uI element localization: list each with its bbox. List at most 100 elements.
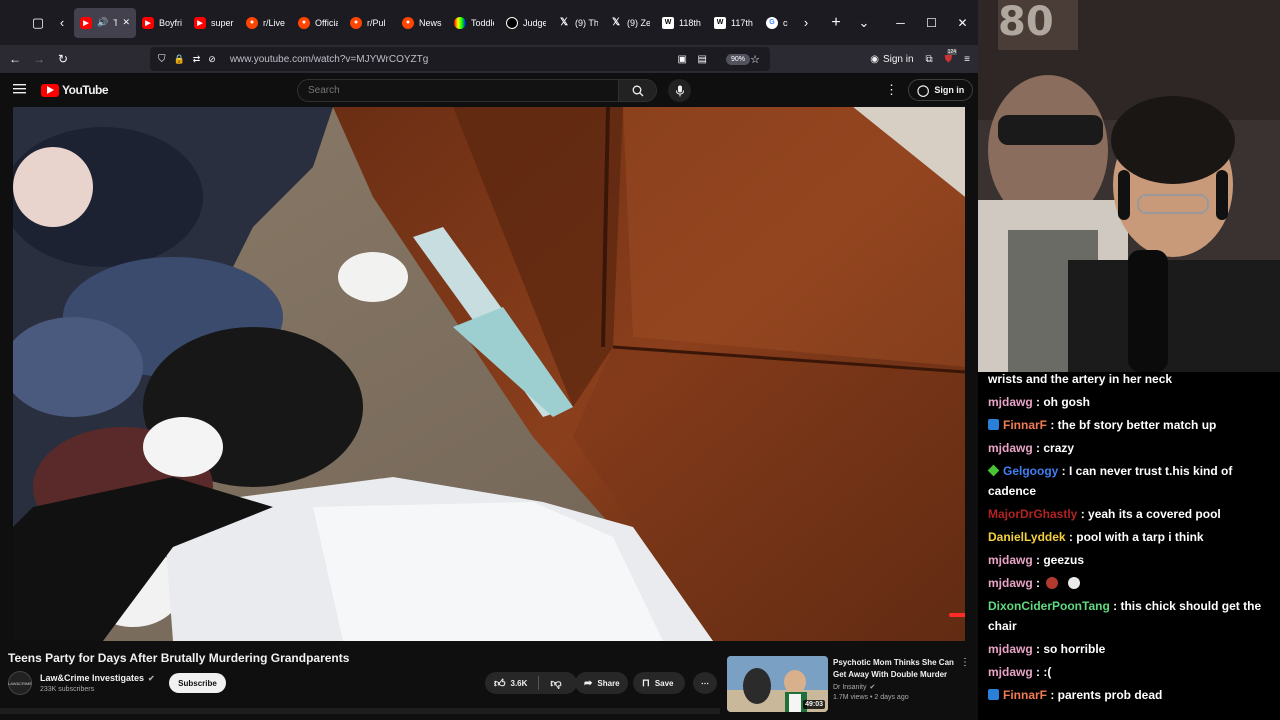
subscribe-button[interactable]: Subscribe <box>169 673 226 693</box>
tab-3[interactable]: ● r/Live <box>240 8 292 38</box>
reader-view-icon[interactable]: ▤ <box>698 54 707 65</box>
channel-name-link[interactable]: Law&Crime Investigates ✔ <box>40 673 155 683</box>
audio-playing-icon[interactable]: 🔊 <box>97 17 108 28</box>
chat-text: so horrible <box>1043 642 1106 656</box>
user-circle-icon: ◯ <box>917 84 930 97</box>
microphone-icon <box>675 85 684 96</box>
minimize-icon[interactable]: ─ <box>885 0 916 45</box>
related-more-options-icon[interactable]: ⋮ <box>960 657 970 668</box>
tab-12[interactable]: W 117th <box>708 8 760 38</box>
svg-text:80: 80 <box>998 0 1054 45</box>
url-text[interactable]: www.youtube.com/watch?v=MJYWrCOYZTg <box>230 54 429 65</box>
nbc-icon <box>454 16 466 29</box>
share-label: Share <box>597 678 620 688</box>
tab-label: Boyfri <box>159 17 182 28</box>
chat-username[interactable]: mjdawg <box>988 665 1033 679</box>
youtube-sign-in-button[interactable]: ◯ Sign in <box>908 79 974 101</box>
related-video-channel[interactable]: Dr Insanity ✔ <box>833 683 876 692</box>
chat-username[interactable]: mjdawg <box>988 441 1033 455</box>
youtube-logo[interactable]: YouTube <box>41 83 109 97</box>
chat-text: oh gosh <box>1043 395 1091 409</box>
scroll-tabs-left-icon[interactable]: ‹ <box>50 11 74 35</box>
app-menu-icon[interactable]: ≡ <box>964 54 970 65</box>
more-options-icon[interactable]: ⋮ <box>885 82 898 98</box>
forward-icon[interactable]: → <box>27 47 51 71</box>
close-window-icon[interactable]: ✕ <box>947 0 978 45</box>
shield-icon[interactable]: ⛉ <box>158 54 166 65</box>
picture-in-picture-icon[interactable]: ▣ <box>678 54 687 65</box>
account-button[interactable]: ◉ Sign in <box>870 54 913 65</box>
chat-username[interactable]: mjdawg <box>988 576 1033 590</box>
webcam-image: 80 <box>978 0 1280 372</box>
tab-label: co <box>783 17 788 28</box>
reload-icon[interactable]: ↻ <box>51 47 75 71</box>
url-bar[interactable]: ⛉ 🔒 ⇄ ⊘ www.youtube.com/watch?v=MJYWrCOY… <box>150 47 770 71</box>
new-tab-icon[interactable]: + <box>824 11 848 35</box>
tab-8[interactable]: Judge <box>500 8 552 38</box>
tab-5[interactable]: ● r/Pul <box>344 8 396 38</box>
tab-11[interactable]: W 118th <box>656 8 708 38</box>
like-count: 3.6K <box>510 678 528 688</box>
chevron-down-icon[interactable]: ⌄ <box>852 11 876 35</box>
related-video-title[interactable]: Psychotic Mom Thinks She Can Get Away Wi… <box>833 657 958 681</box>
chat-username[interactable]: DixonCiderPoonTang <box>988 599 1110 613</box>
tab-7[interactable]: Toddle <box>448 8 500 38</box>
tab-list-icon[interactable]: ▢ <box>26 11 50 35</box>
chat-username[interactable]: mjdawg <box>988 553 1033 567</box>
tab-9[interactable]: 𝕏 (9) Th <box>552 8 604 38</box>
search-button[interactable] <box>618 80 656 101</box>
ublock-extension-icon[interactable]: ⛊ 124 <box>945 48 957 65</box>
scroll-tabs-right-icon[interactable]: › <box>794 11 818 35</box>
close-tab-icon[interactable]: ✕ <box>122 17 130 28</box>
related-video-thumbnail[interactable]: 49:03 <box>727 656 828 712</box>
tab-4[interactable]: ● Officia <box>292 8 344 38</box>
like-dislike-pill: 👍︎ 3.6K 👎︎ <box>485 672 577 694</box>
channel-avatar[interactable]: LAW&CRIME <box>8 671 32 695</box>
extensions-icon[interactable]: ⧉ <box>926 54 933 65</box>
tab-label: r/Pul <box>367 17 386 28</box>
verified-icon: ✔ <box>869 684 876 691</box>
chat-text: parents prob dead <box>1057 688 1163 702</box>
hamburger-menu-icon[interactable] <box>12 81 28 97</box>
save-button[interactable]: ⊓ Save <box>633 672 685 694</box>
toolbar-right: ◉ Sign in ⧉ ⛊ 124 ≡ <box>870 45 978 73</box>
tab-1[interactable]: ▶ Boyfri <box>136 8 188 38</box>
tab-0[interactable]: ▶ 🔊 Tee ✕ <box>74 7 136 38</box>
tab-13[interactable]: G co <box>760 8 794 38</box>
back-icon[interactable]: ← <box>3 47 27 71</box>
more-horizontal-icon: ⋯ <box>701 678 709 688</box>
more-actions-button[interactable]: ⋯ <box>693 672 717 694</box>
maximize-icon[interactable]: ☐ <box>916 0 947 45</box>
chat-username[interactable]: MajorDrGhastly <box>988 507 1077 521</box>
reddit-icon: ● <box>350 16 362 29</box>
tab-label: super <box>211 17 234 28</box>
search-input[interactable] <box>298 85 618 96</box>
lock-icon[interactable]: 🔒 <box>174 54 185 65</box>
chat-username[interactable]: FinnarF <box>1003 418 1047 432</box>
thumbs-up-icon: 👍︎ <box>494 677 506 690</box>
video-player[interactable] <box>13 107 965 641</box>
tab-2[interactable]: ▶ super <box>188 8 240 38</box>
autoplay-blocked-icon[interactable]: ⊘ <box>208 54 216 65</box>
chat-username[interactable]: mjdawg <box>988 395 1033 409</box>
chat-username[interactable]: mjdawg <box>988 642 1033 656</box>
x-icon: 𝕏 <box>559 17 569 28</box>
voice-search-button[interactable] <box>668 79 691 102</box>
chat-username[interactable]: DanielLyddek <box>988 530 1066 544</box>
tab-6[interactable]: ● News <box>396 8 448 38</box>
like-button[interactable]: 👍︎ 3.6K <box>494 677 527 690</box>
emote-icon <box>1046 577 1059 589</box>
chat-username[interactable]: Gelgoogy <box>1003 464 1058 478</box>
dislike-button[interactable]: 👎︎ <box>550 677 561 690</box>
wikipedia-icon: W <box>662 16 674 29</box>
chat-message: mjdawg : geezus <box>988 553 1085 567</box>
chat-username[interactable]: FinnarF <box>1003 688 1047 702</box>
tab-10[interactable]: 𝕏 (9) Ze <box>604 8 656 38</box>
zoom-level[interactable]: 90% <box>725 53 750 65</box>
extension-badge: 124 <box>946 48 957 55</box>
permissions-icon[interactable]: ⇄ <box>193 54 201 65</box>
stream-chat: wrists and the artery in her neck mjdawg… <box>978 372 1280 720</box>
bookmark-star-icon[interactable]: ☆ <box>750 53 760 66</box>
share-button[interactable]: ➦ Share <box>575 672 628 694</box>
channel-avatar-text: LAW&CRIME <box>7 680 33 686</box>
